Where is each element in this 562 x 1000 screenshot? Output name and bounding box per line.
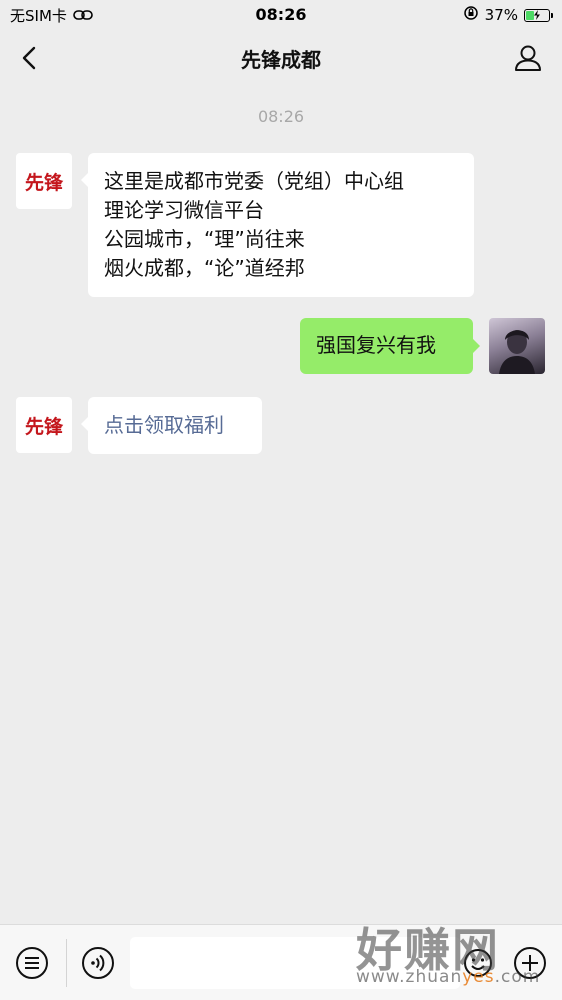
lock-rotation-icon bbox=[463, 5, 479, 25]
page-title: 先锋成都 bbox=[241, 48, 321, 72]
charging-bolt-icon bbox=[534, 9, 540, 20]
menu-list-icon bbox=[16, 947, 48, 979]
watermark-url-accent: yes bbox=[462, 967, 495, 987]
avatar-logo-text: 先锋 bbox=[24, 415, 63, 438]
incoming-message-bubble[interactable]: 这里是成都市党委（党组）中心组 理论学习微信平台 公园城市，“理”尚往来 烟火成… bbox=[81, 153, 474, 297]
benefit-link[interactable]: 点击领取福利 bbox=[104, 413, 224, 437]
message-line: 这里是成都市党委（党组）中心组 bbox=[104, 169, 404, 193]
message-timestamp: 08:26 bbox=[257, 107, 305, 126]
outgoing-message-bubble[interactable]: 强国复兴有我 bbox=[300, 318, 480, 374]
person-icon bbox=[515, 45, 541, 71]
incoming-link-bubble[interactable]: 点击领取福利 bbox=[81, 397, 262, 454]
nav-bar: 先锋成都 bbox=[0, 30, 562, 86]
menu-button[interactable] bbox=[12, 943, 52, 983]
official-account-avatar[interactable]: 先锋 bbox=[16, 397, 72, 453]
message-line: 公园城市，“理”尚往来 bbox=[104, 227, 305, 251]
battery-icon bbox=[524, 8, 553, 22]
watermark-url: www.zhuanyes.com bbox=[356, 967, 540, 987]
official-account-avatar[interactable]: 先锋 bbox=[16, 153, 72, 209]
avatar-logo-text: 先锋 bbox=[24, 171, 63, 194]
status-bar: 无SIM卡 08:26 37% bbox=[0, 0, 562, 30]
profile-button[interactable] bbox=[512, 42, 544, 74]
voice-icon bbox=[82, 947, 114, 979]
status-right: 37% bbox=[463, 5, 553, 25]
message-line: 理论学习微信平台 bbox=[104, 198, 264, 222]
watermark-url-prefix: www.zhuan bbox=[356, 967, 463, 987]
divider bbox=[66, 939, 67, 987]
user-avatar-image bbox=[499, 330, 535, 374]
message-line: 烟火成都，“论”道经邦 bbox=[104, 256, 305, 280]
watermark-url-suffix: .com bbox=[494, 967, 541, 987]
voice-button[interactable] bbox=[78, 943, 118, 983]
battery-percent: 37% bbox=[484, 6, 518, 24]
message-text: 强国复兴有我 bbox=[316, 333, 436, 357]
user-avatar[interactable] bbox=[489, 318, 545, 374]
